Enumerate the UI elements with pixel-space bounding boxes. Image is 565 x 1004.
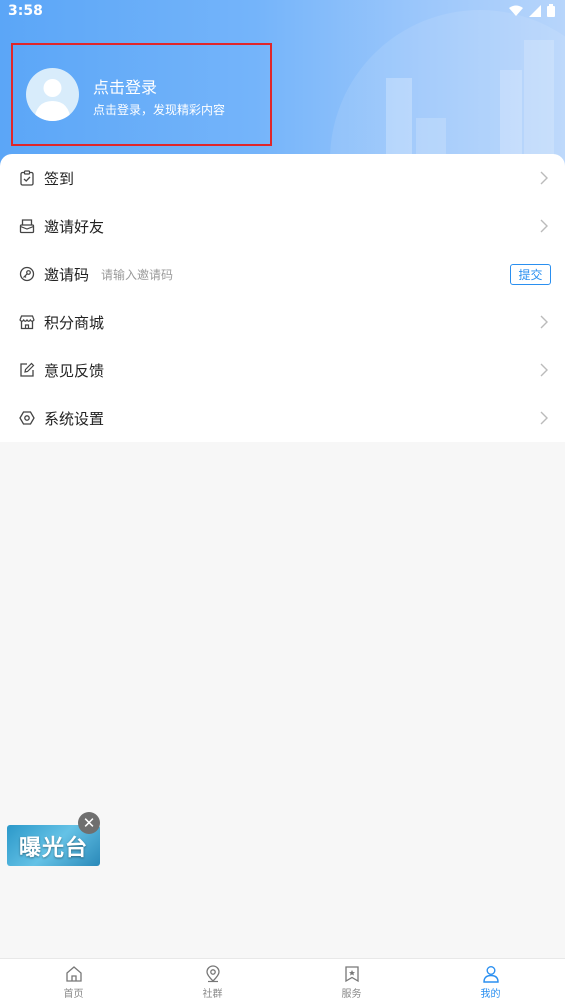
menu-item-checkin[interactable]: 签到 <box>0 154 565 202</box>
signal-icon <box>529 4 541 17</box>
battery-icon <box>547 4 555 17</box>
menu-item-label: 积分商城 <box>44 313 105 332</box>
invite-icon <box>19 219 35 234</box>
default-avatar-icon <box>34 79 71 121</box>
chevron-right-icon <box>540 171 548 185</box>
chevron-right-icon <box>540 411 548 425</box>
tab-label: 社群 <box>202 988 223 1000</box>
menu-item-label: 邀请码 <box>44 265 90 284</box>
menu-item-label: 签到 <box>44 169 75 188</box>
chevron-right-icon <box>540 219 548 233</box>
avatar[interactable] <box>26 68 79 121</box>
close-icon[interactable]: ✕ <box>78 812 100 834</box>
invite-code-input[interactable]: 请输入邀请码 <box>101 266 173 283</box>
settings-icon <box>19 411 35 425</box>
status-bar: 3:58 <box>0 0 565 24</box>
menu-item-settings[interactable]: 系统设置 <box>0 394 565 442</box>
checkin-icon <box>20 170 34 186</box>
login-prompt[interactable]: 点击登录 点击登录，发现精彩内容 <box>11 43 272 146</box>
key-icon <box>19 266 35 282</box>
home-icon <box>65 965 82 982</box>
menu-item-invite-code: 邀请码 请输入邀请码 提交 <box>0 250 565 298</box>
login-title[interactable]: 点击登录 <box>93 74 157 98</box>
menu-item-invite-friends[interactable]: 邀请好友 <box>0 202 565 250</box>
edit-icon <box>20 362 35 377</box>
menu-item-points-mall[interactable]: 积分商城 <box>0 298 565 346</box>
store-icon <box>19 315 35 330</box>
bookmark-star-icon <box>344 965 359 982</box>
profile-header: 3:58 点击登录 点击登录，发现精彩内容 <box>0 0 565 175</box>
status-time: 3:58 <box>8 3 43 19</box>
menu-item-label: 邀请好友 <box>44 217 105 236</box>
location-icon <box>205 964 220 982</box>
chevron-right-icon <box>540 363 548 377</box>
login-subtitle: 点击登录，发现精彩内容 <box>93 103 226 117</box>
menu-list: 签到 邀请好友 邀请码 请输入邀请码 提交 积分商城 意见反馈 系统设置 <box>0 154 565 442</box>
tab-mine[interactable]: 我的 <box>420 959 561 1004</box>
menu-item-label: 意见反馈 <box>44 361 105 380</box>
tab-label: 我的 <box>480 988 501 1000</box>
person-icon <box>482 965 499 983</box>
tab-label: 首页 <box>63 988 84 1000</box>
bottom-tab-bar: 首页 社群 服务 我的 <box>0 958 565 1004</box>
status-icons <box>509 4 555 17</box>
tab-label: 服务 <box>341 988 362 1000</box>
menu-item-label: 系统设置 <box>44 409 105 428</box>
menu-item-feedback[interactable]: 意见反馈 <box>0 346 565 394</box>
tab-community[interactable]: 社群 <box>142 959 283 1004</box>
chevron-right-icon <box>540 315 548 329</box>
wifi-icon <box>509 5 523 16</box>
tab-services[interactable]: 服务 <box>281 959 422 1004</box>
submit-button[interactable]: 提交 <box>510 263 551 285</box>
tab-home[interactable]: 首页 <box>3 959 144 1004</box>
